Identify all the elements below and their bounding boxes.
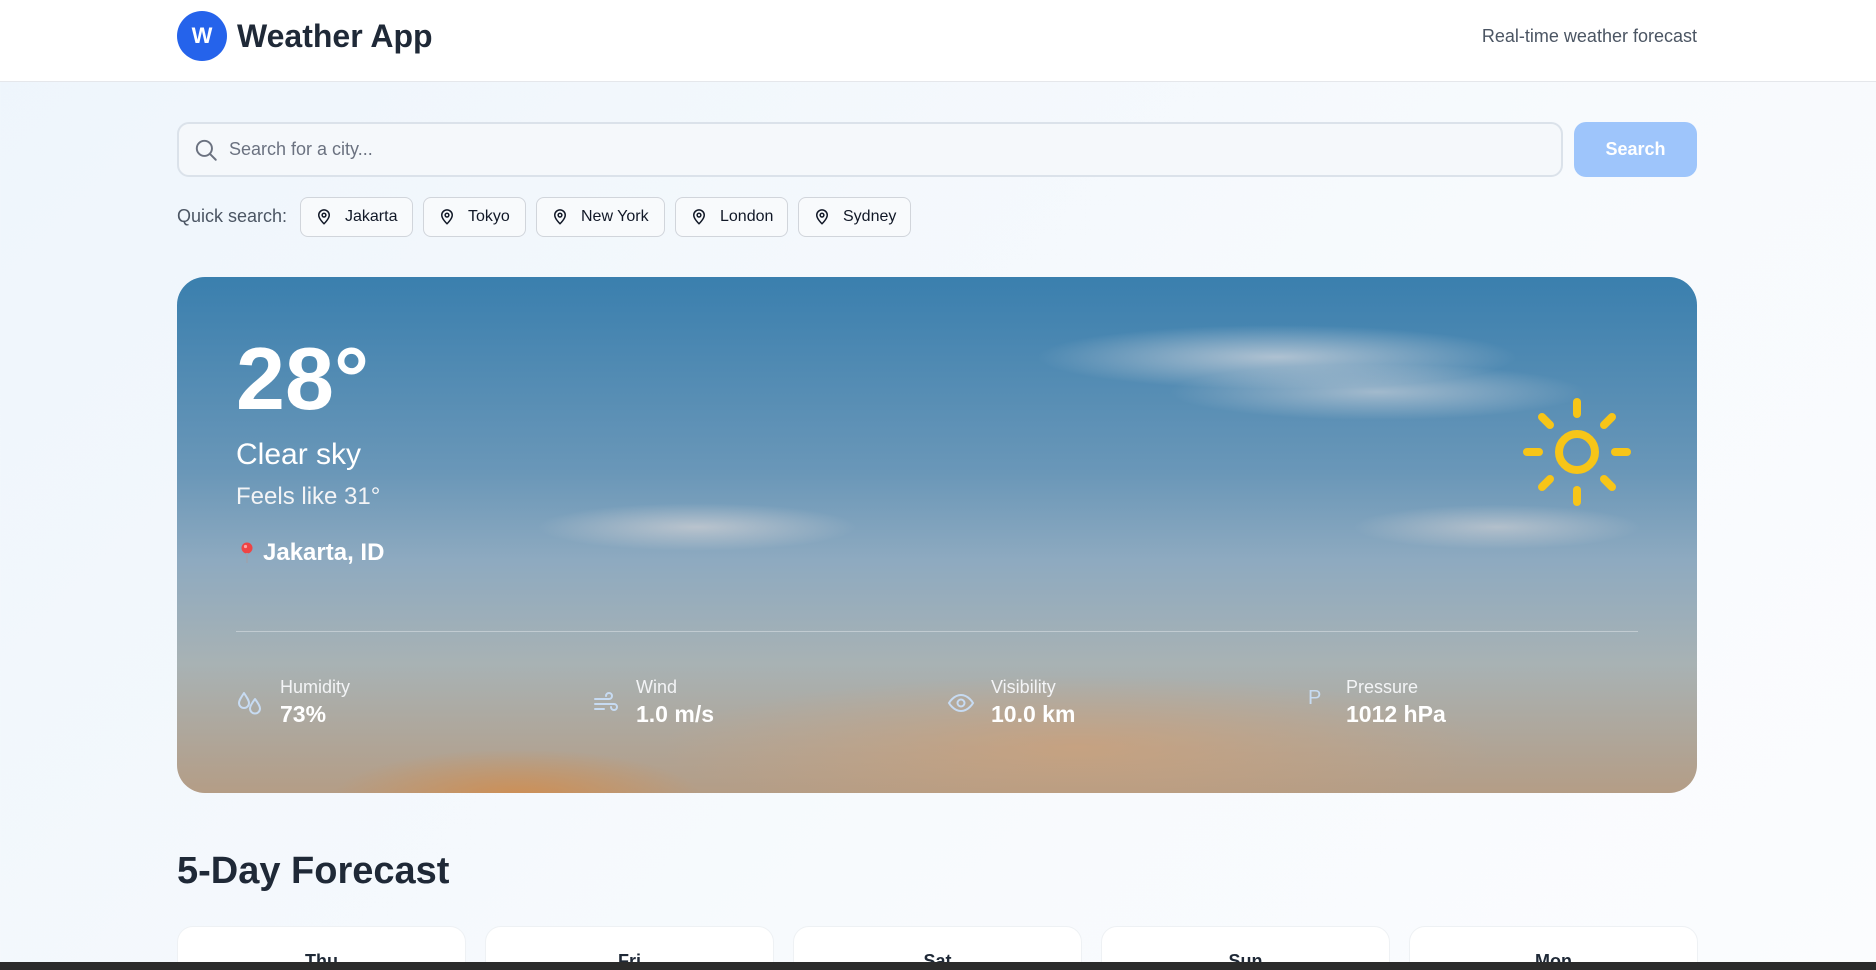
stat-label: Wind [636, 677, 678, 697]
stat-wind: Wind 1.0 m/s [592, 677, 892, 729]
search-input[interactable] [229, 124, 1549, 175]
map-pin-icon [440, 209, 454, 225]
app-header: W Weather App Real-time weather forecast [0, 0, 1876, 82]
quick-search-label: Quick search: [177, 206, 288, 226]
chip-label: Jakarta [345, 208, 398, 225]
quick-search-new-york[interactable]: New York [536, 197, 665, 237]
stat-value: 10.0 km [991, 701, 1076, 727]
map-pin-icon [815, 209, 829, 225]
current-weather-card: 28° Clear sky Feels like 31° Jakarta, ID… [177, 277, 1697, 793]
current-temperature: 28° [236, 329, 370, 428]
search-icon [195, 139, 217, 161]
chip-label: London [720, 208, 774, 225]
feels-like: Feels like 31° [236, 483, 381, 510]
stat-value: 1.0 m/s [636, 701, 714, 727]
forecast-heading: 5-Day Forecast [177, 850, 450, 892]
quick-search-tokyo[interactable]: Tokyo [423, 197, 526, 237]
stat-pressure: P Pressure 1012 hPa [1302, 677, 1602, 729]
pressure-icon: P [1308, 687, 1322, 709]
wind-icon [594, 692, 618, 711]
map-pin-icon [317, 209, 331, 225]
map-pin-icon [692, 209, 706, 225]
stat-label: Visibility [991, 677, 1056, 697]
card-divider [236, 631, 1638, 632]
humidity-icon [238, 692, 261, 715]
stat-value: 73% [280, 701, 327, 727]
quick-search-london[interactable]: London [675, 197, 788, 237]
search-bar[interactable] [177, 122, 1563, 177]
quick-search-sydney[interactable]: Sydney [798, 197, 911, 237]
app-tagline: Real-time weather forecast [1481, 26, 1697, 46]
quick-search-jakarta[interactable]: Jakarta [300, 197, 413, 237]
current-location: Jakarta, ID [239, 539, 384, 567]
location-label: Jakarta, ID [263, 539, 385, 566]
weather-condition: Clear sky [236, 438, 362, 471]
eye-icon [947, 693, 975, 713]
chip-label: Sydney [843, 208, 897, 225]
map-pin-icon [553, 209, 567, 225]
app-title: Weather App [237, 18, 433, 54]
window-bottom-bar [0, 962, 1876, 970]
stat-value: 1012 hPa [1346, 701, 1446, 727]
search-button[interactable]: Search [1574, 122, 1697, 177]
stat-humidity: Humidity 73% [236, 677, 536, 729]
stat-label: Humidity [280, 677, 351, 697]
chip-label: New York [581, 208, 649, 225]
location-pin-icon [241, 542, 253, 563]
stat-label: Pressure [1346, 677, 1419, 697]
chip-label: Tokyo [468, 208, 510, 225]
stat-visibility: Visibility 10.0 km [947, 677, 1247, 729]
app-logo[interactable]: W [177, 11, 227, 61]
sun-icon [1523, 398, 1631, 506]
